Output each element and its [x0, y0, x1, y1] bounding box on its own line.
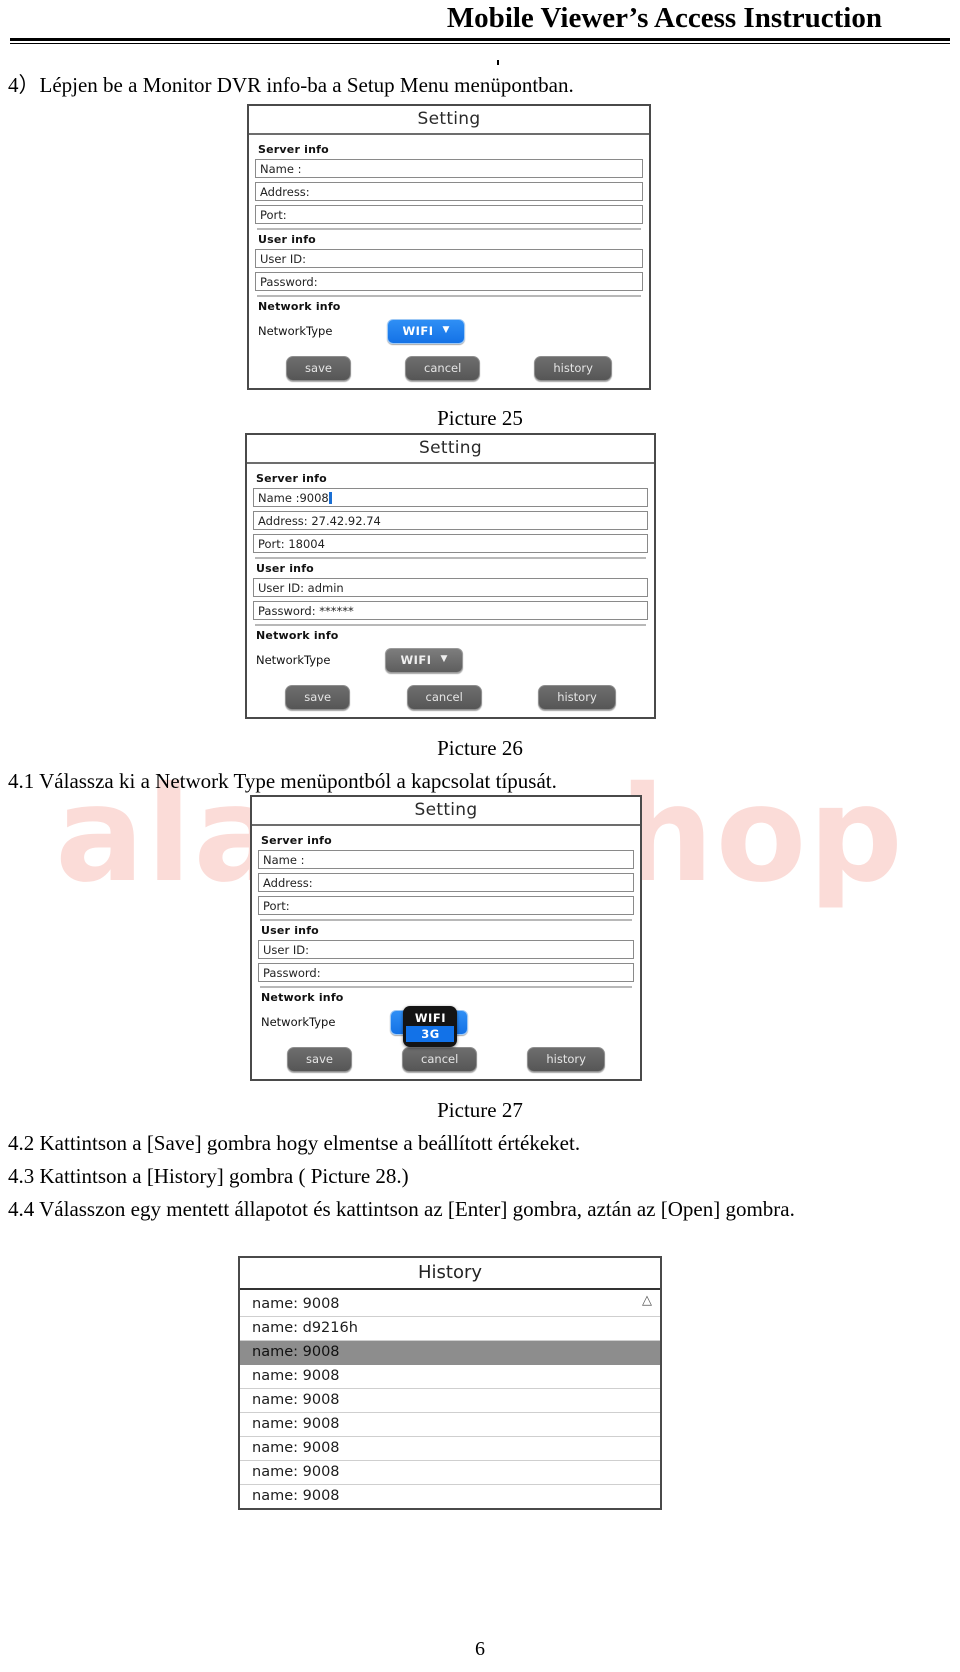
user-info-label: User info	[261, 924, 319, 937]
network-type-row: NetworkType WIFI ▼	[258, 316, 643, 346]
chevron-down-icon: ▼	[440, 654, 448, 664]
history-list-item[interactable]: name: 9008	[240, 1485, 660, 1508]
name-field[interactable]: Name :	[258, 850, 634, 869]
history-title: History	[240, 1258, 660, 1290]
port-field[interactable]: Port:	[258, 896, 634, 915]
dialog-button-row: save cancel history	[247, 679, 654, 717]
history-dialog: History △ name: 9008 name: d9216h name: 90…	[238, 1256, 662, 1510]
password-field[interactable]: Password:	[255, 272, 643, 291]
history-list-item[interactable]: name: 9008	[240, 1413, 660, 1437]
network-info-label: Network info	[256, 629, 339, 642]
history-list-item[interactable]: name: 9008	[240, 1341, 660, 1365]
network-info-label: Network info	[258, 300, 341, 313]
history-list-item[interactable]: name: d9216h	[240, 1317, 660, 1341]
text-caret	[328, 492, 332, 504]
user-info-label: User info	[258, 233, 316, 246]
header-rule-thick	[10, 38, 950, 41]
network-info-label: Network info	[261, 991, 344, 1004]
network-type-row: NetworkType WIFI ▼ WIFI 3G	[261, 1005, 634, 1047]
network-type-dropdown-menu: WIFI 3G	[403, 1005, 458, 1047]
port-field[interactable]: Port: 18004	[253, 534, 648, 553]
section-divider	[260, 986, 632, 988]
step-4-2-text: 4.2 Kattintson a [Save] gombra hogy elme…	[8, 1131, 581, 1155]
history-button[interactable]: history	[538, 685, 616, 710]
address-field[interactable]: Address:	[255, 182, 643, 201]
password-field[interactable]: Password: ******	[253, 601, 648, 620]
page-title: Mobile Viewer’s Access Instruction	[446, 2, 882, 34]
dropdown-option-3g[interactable]: 3G	[406, 1025, 455, 1042]
network-type-value: WIFI	[400, 652, 432, 667]
name-field[interactable]: Name :	[255, 159, 643, 178]
server-info-label: Server info	[258, 143, 329, 156]
section-divider	[255, 624, 646, 626]
network-type-label: NetworkType	[258, 324, 333, 338]
user-id-field[interactable]: User ID:	[258, 940, 634, 959]
name-field[interactable]: Name :9008	[253, 488, 648, 507]
network-type-dropdown[interactable]: WIFI ▼	[387, 318, 465, 344]
setting-dialog-picture-27: Setting Server info Name : Address: Port…	[250, 795, 642, 1081]
setting-dialog-picture-25: Setting Server info Name : Address: Port…	[247, 104, 651, 390]
caption-picture-26: Picture 26	[437, 736, 523, 760]
page-number: 6	[475, 1638, 485, 1660]
dialog-title: Setting	[252, 797, 640, 826]
header-rule-thin	[10, 43, 950, 44]
history-list-item[interactable]: name: 9008	[240, 1461, 660, 1485]
save-button[interactable]: save	[285, 685, 351, 710]
user-info-label: User info	[256, 562, 314, 575]
port-field[interactable]: Port:	[255, 205, 643, 224]
history-list-item[interactable]: name: 9008	[240, 1365, 660, 1389]
cancel-button[interactable]: cancel	[406, 685, 482, 710]
dialog-button-row: save cancel history	[249, 350, 649, 388]
cancel-button[interactable]: cancel	[405, 356, 481, 381]
user-id-field[interactable]: User ID:	[255, 249, 643, 268]
address-field[interactable]: Address:	[258, 873, 634, 892]
caption-picture-25: Picture 25	[437, 406, 523, 430]
chevron-down-icon: ▼	[442, 325, 450, 335]
step-4-3-text: 4.3 Kattintson a [History] gombra ( Pict…	[8, 1164, 409, 1188]
step-4-4-text: 4.4 Válasszon egy mentett állapotot és k…	[8, 1197, 795, 1221]
dropdown-option-wifi[interactable]: WIFI	[406, 1010, 454, 1026]
save-button[interactable]: save	[286, 356, 351, 381]
document-header: Mobile Viewer’s Access Instruction	[0, 0, 960, 35]
step-4-text: 4）Lépjen be a Monitor DVR info-ba a Setu…	[8, 73, 574, 97]
address-field[interactable]: Address: 27.42.92.74	[253, 511, 648, 530]
network-type-dropdown[interactable]: WIFI ▼	[385, 647, 463, 673]
stray-mark	[497, 60, 499, 65]
dialog-title: Setting	[249, 106, 649, 135]
section-divider	[257, 228, 641, 230]
history-list-item[interactable]: name: 9008	[240, 1437, 660, 1461]
network-type-label: NetworkType	[261, 1015, 336, 1029]
dialog-title: Setting	[247, 435, 654, 464]
history-list[interactable]: △ name: 9008 name: d9216h name: 9008 name: …	[240, 1290, 660, 1508]
server-info-label: Server info	[256, 472, 327, 485]
user-id-field[interactable]: User ID: admin	[253, 578, 648, 597]
step-4-1-text: 4.1 Válassza ki a Network Type menüpontb…	[8, 769, 557, 793]
network-type-row: NetworkType WIFI ▼	[256, 645, 648, 675]
cancel-button[interactable]: cancel	[402, 1047, 478, 1072]
password-field[interactable]: Password:	[258, 963, 634, 982]
section-divider	[255, 557, 646, 559]
setting-dialog-picture-26: Setting Server info Name :9008 Address: …	[245, 433, 656, 719]
network-type-label: NetworkType	[256, 653, 331, 667]
caption-picture-27: Picture 27	[437, 1098, 523, 1122]
network-type-dropdown[interactable]: WIFI ▼ WIFI 3G	[390, 1005, 468, 1047]
history-button[interactable]: history	[527, 1047, 605, 1072]
section-divider	[260, 919, 632, 921]
dialog-button-row: save cancel history	[252, 1041, 640, 1079]
scroll-up-icon[interactable]: △	[642, 1294, 652, 1307]
history-button[interactable]: history	[534, 356, 612, 381]
history-list-item[interactable]: name: 9008	[240, 1293, 660, 1317]
name-field-value: Name :9008	[258, 491, 329, 505]
history-list-item[interactable]: name: 9008	[240, 1389, 660, 1413]
section-divider	[257, 295, 641, 297]
server-info-label: Server info	[261, 834, 332, 847]
save-button[interactable]: save	[287, 1047, 352, 1072]
network-type-value: WIFI	[402, 323, 434, 338]
